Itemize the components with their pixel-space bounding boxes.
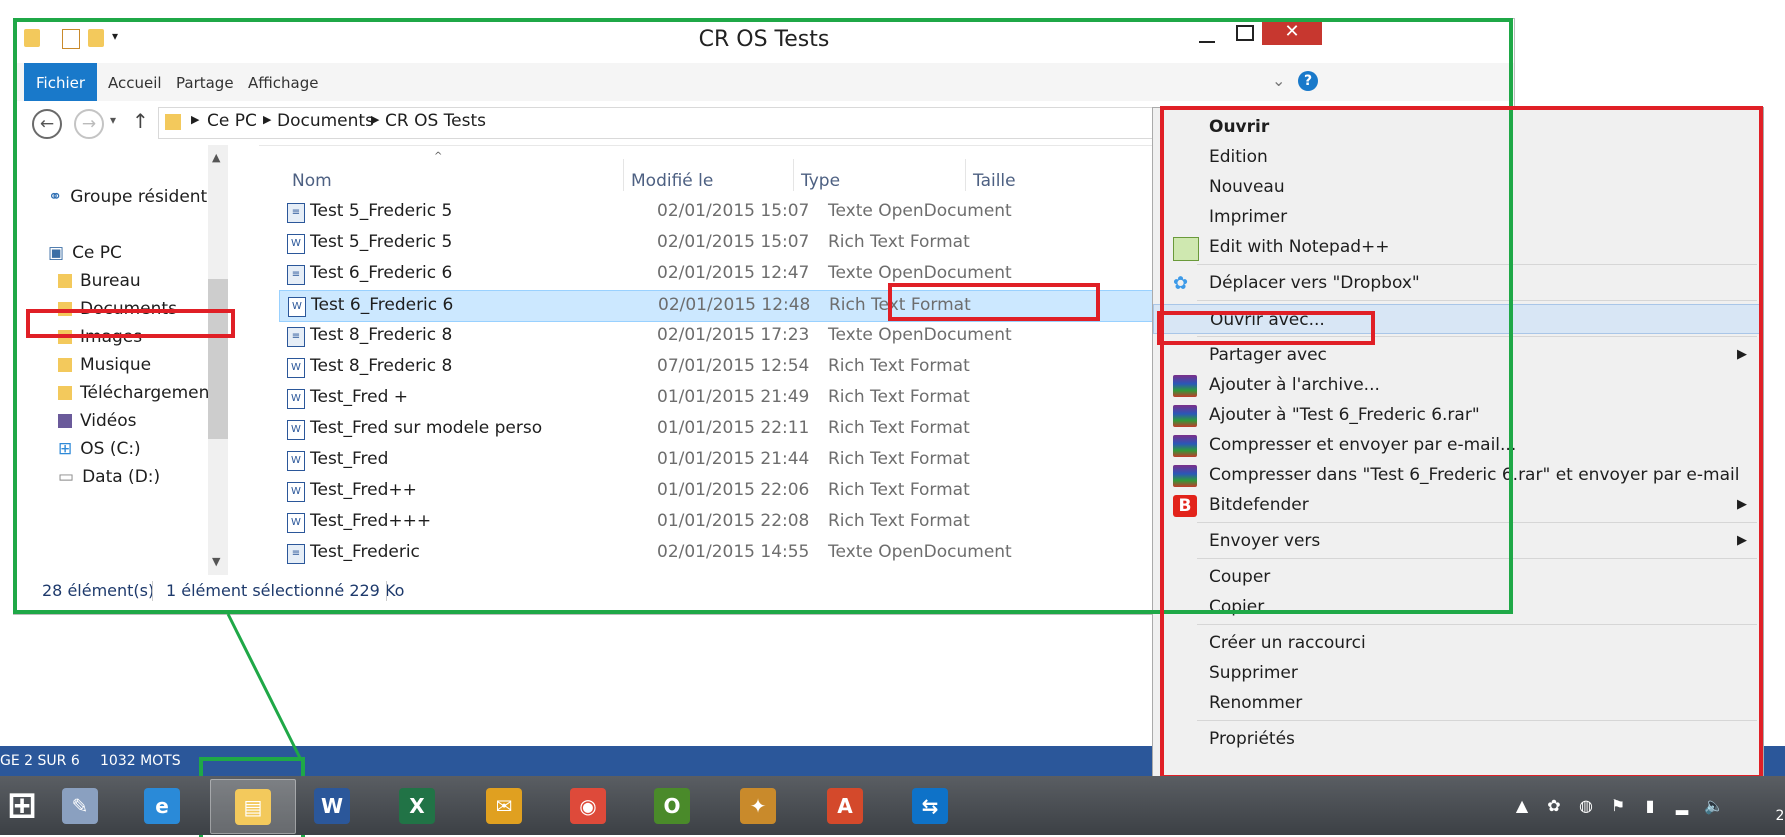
explorer-icon: ▤ <box>235 788 271 825</box>
taskbar-app[interactable]: O <box>630 779 714 832</box>
taskbar: ⊞ ✎ e ▤ W X ✉ ◉ O ✦ A ⇆ ▲ ✿ ◍ ⚑ ▮ ▂ 🔈 2 <box>0 776 1785 835</box>
opera-icon: O <box>654 787 690 824</box>
taskbar-app[interactable]: ▤ <box>210 779 296 834</box>
taskbar-app[interactable]: ⇆ <box>888 779 972 832</box>
battery-icon[interactable]: ▮ <box>1640 796 1660 816</box>
teamviewer-icon: ⇆ <box>912 787 948 824</box>
clock[interactable]: 2 <box>1770 808 1785 828</box>
action-center-icon[interactable]: ⚑ <box>1608 796 1628 816</box>
taskbar-app[interactable]: ✎ <box>38 779 122 832</box>
taskbar-app[interactable]: ✉ <box>462 779 546 832</box>
network-icon[interactable]: ▂ <box>1672 796 1692 816</box>
thunderbird-icon: ✉ <box>486 787 522 824</box>
taskbar-app[interactable]: ◉ <box>546 779 630 832</box>
ie-icon: e <box>144 787 180 824</box>
taskbar-app[interactable]: A <box>803 779 887 832</box>
dropbox-icon[interactable]: ✿ <box>1544 796 1564 816</box>
taskbar-app[interactable]: X <box>375 779 459 832</box>
volume-icon[interactable]: 🔈 <box>1704 796 1724 816</box>
paint-icon: ✦ <box>740 787 776 824</box>
excel-icon: X <box>399 787 435 824</box>
annotation-connector-line <box>226 613 303 761</box>
start-icon: ⊞ <box>6 784 38 826</box>
word-icon: W <box>314 787 350 824</box>
taskbar-app[interactable]: e <box>120 779 204 832</box>
acrobat-icon: A <box>827 787 863 824</box>
taskbar-app[interactable]: ✦ <box>716 779 800 832</box>
chrome-icon: ◉ <box>570 787 606 824</box>
taskbar-app[interactable]: W <box>290 779 374 832</box>
scanner-icon: ✎ <box>62 787 98 824</box>
antivirus-icon[interactable]: ◍ <box>1576 796 1596 816</box>
tray-overflow-icon[interactable]: ▲ <box>1512 796 1532 816</box>
annotation-connector <box>226 613 303 761</box>
